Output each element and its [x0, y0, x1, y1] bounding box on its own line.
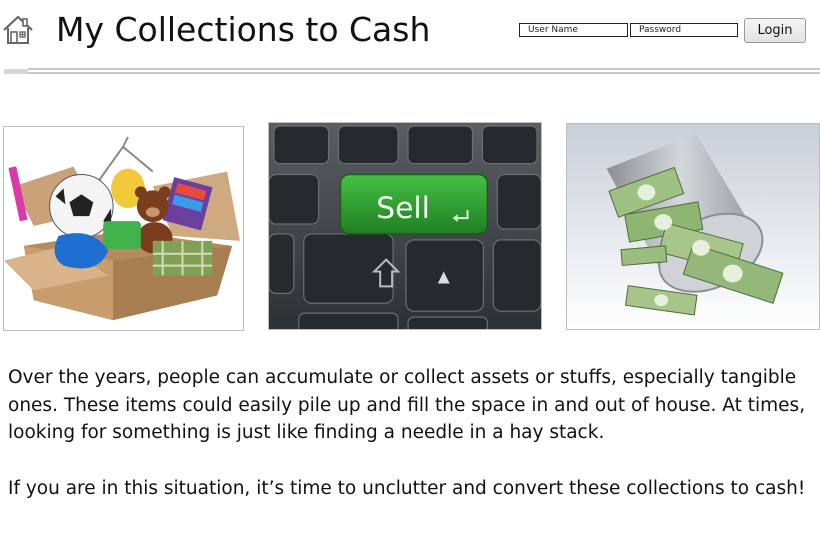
header-divider	[4, 67, 820, 75]
sell-key-keyboard-image: Sell	[268, 122, 542, 330]
site-title: My Collections to Cash	[56, 10, 431, 49]
sell-key-label: Sell	[376, 191, 430, 226]
box-of-collectibles-image	[3, 126, 244, 331]
cash-bucket-image	[566, 123, 820, 330]
username-field[interactable]	[519, 23, 628, 37]
password-field[interactable]	[630, 23, 738, 37]
call-to-action-paragraph: If you are in this situation, it’s time …	[8, 478, 806, 499]
login-button[interactable]: Login	[744, 18, 806, 43]
home-icon[interactable]	[2, 14, 34, 46]
intro-paragraph: Over the years, people can accumulate or…	[8, 367, 806, 443]
